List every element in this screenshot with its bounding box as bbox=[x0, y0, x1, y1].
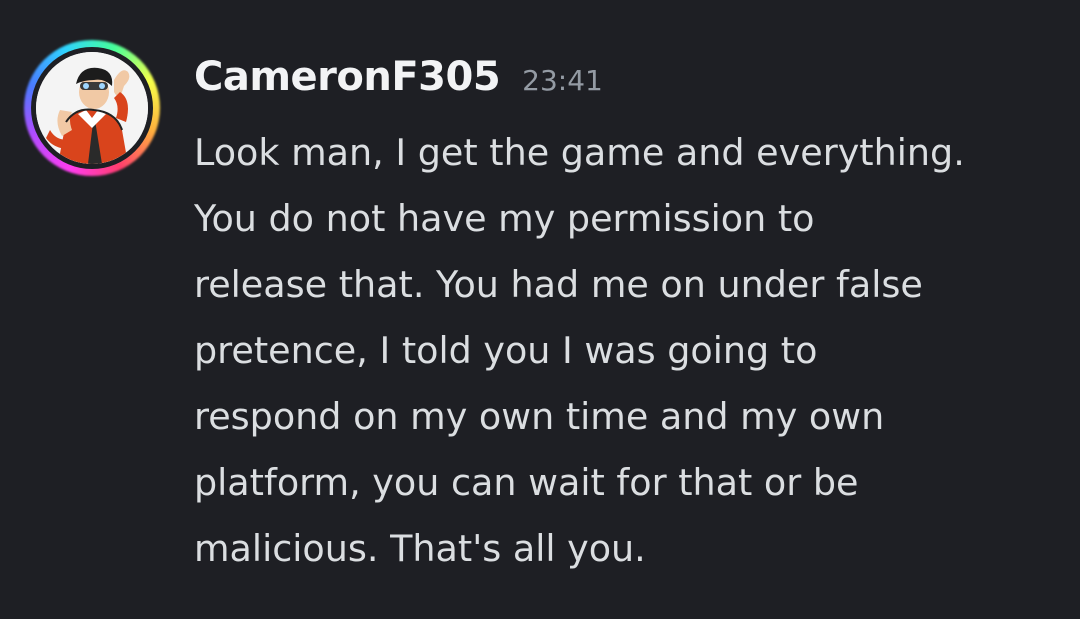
message-header: CameronF305 23:41 bbox=[194, 54, 603, 114]
message-line: Look man, I get the game and everything. bbox=[194, 131, 965, 174]
avatar[interactable] bbox=[24, 40, 160, 176]
message-line: respond on my own time and my own bbox=[194, 395, 885, 438]
message-line: malicious. That's all you. bbox=[194, 527, 646, 570]
avatar-character-icon bbox=[36, 52, 148, 164]
chat-message: CameronF305 23:41 Look man, I get the ga… bbox=[0, 0, 1080, 619]
timestamp[interactable]: 23:41 bbox=[522, 64, 603, 97]
message-line: release that. You had me on under false bbox=[194, 263, 923, 306]
message-content: Look man, I get the game and everything.… bbox=[194, 120, 1054, 582]
message-line: pretence, I told you I was going to bbox=[194, 329, 818, 372]
message-line: You do not have my permission to bbox=[194, 197, 815, 240]
message-line: platform, you can wait for that or be bbox=[194, 461, 859, 504]
username[interactable]: CameronF305 bbox=[194, 54, 501, 100]
avatar-image bbox=[36, 52, 148, 164]
